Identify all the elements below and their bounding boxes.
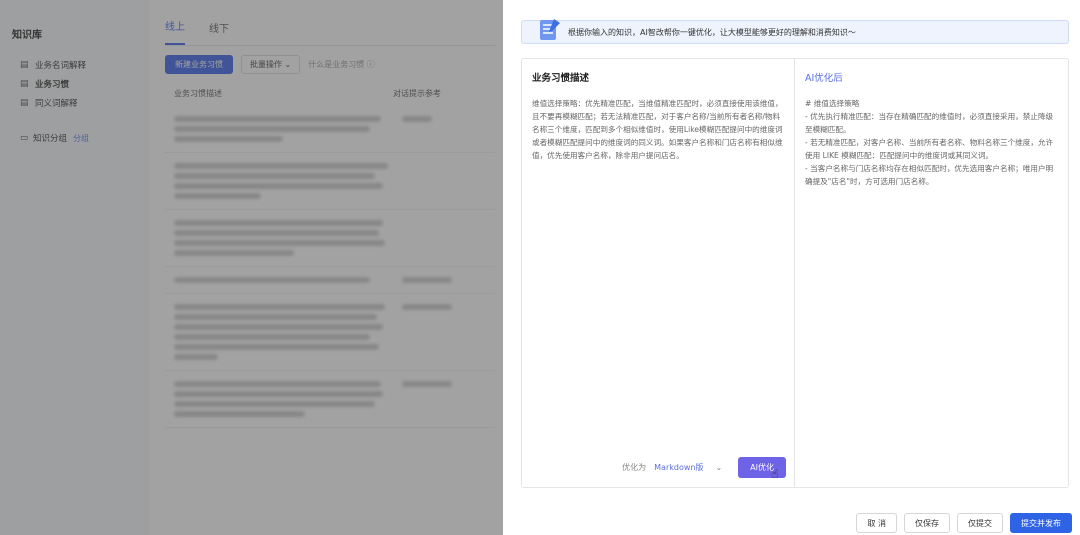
optimize-controls: 优化为 Markdown版 ⌄ AI优化 ☝ [622,457,786,481]
chevron-down-icon: ⌄ [715,463,723,472]
save-only-button[interactable]: 仅保存 [904,513,950,533]
optimized-text[interactable]: # 维值选择策略 - 优先执行精准匹配：当存在精确匹配的维值时，必须直接采用，禁… [805,97,1058,188]
info-banner: 根据你输入的知识，AI智改帮你一键优化，让大模型能够更好的理解和消费知识～ [521,19,1069,44]
ai-optimize-button[interactable]: AI优化 ☝ [738,457,786,481]
ai-document-illustration-icon [540,19,560,40]
comparison-panel: 业务习惯描述 维值选择策略：优先精准匹配，当维值精准匹配时，必须直接使用该维值，… [521,58,1069,488]
hand-cursor-icon: ☝ [771,467,779,481]
original-pane: 业务习惯描述 维值选择策略：优先精准匹配，当维值精准匹配时，必须直接使用该维值，… [522,59,795,487]
cancel-button[interactable]: 取 消 [856,513,897,533]
format-select[interactable]: Markdown版 ⌄ [654,462,722,473]
format-value: Markdown版 [654,463,704,472]
optimize-label: 优化为 [622,463,647,472]
ai-optimize-drawer: 根据你输入的知识，AI智改帮你一键优化，让大模型能够更好的理解和消费知识～ 业务… [503,0,1080,535]
optimized-pane: AI优化后 # 维值选择策略 - 优先执行精准匹配：当存在精确匹配的维值时，必须… [795,59,1068,487]
original-text[interactable]: 维值选择策略：优先精准匹配，当维值精准匹配时，必须直接使用该维值，且不要再模糊匹… [532,97,784,162]
modal-overlay[interactable] [0,0,503,535]
optimized-title: AI优化后 [805,73,843,84]
banner-text: 根据你输入的知识，AI智改帮你一键优化，让大模型能够更好的理解和消费知识～ [568,27,856,37]
submit-only-button[interactable]: 仅提交 [957,513,1003,533]
action-bar: 取 消 仅保存 仅提交 提交并发布 [849,513,1072,533]
original-title: 业务习惯描述 [532,73,590,84]
submit-publish-button[interactable]: 提交并发布 [1010,513,1072,533]
